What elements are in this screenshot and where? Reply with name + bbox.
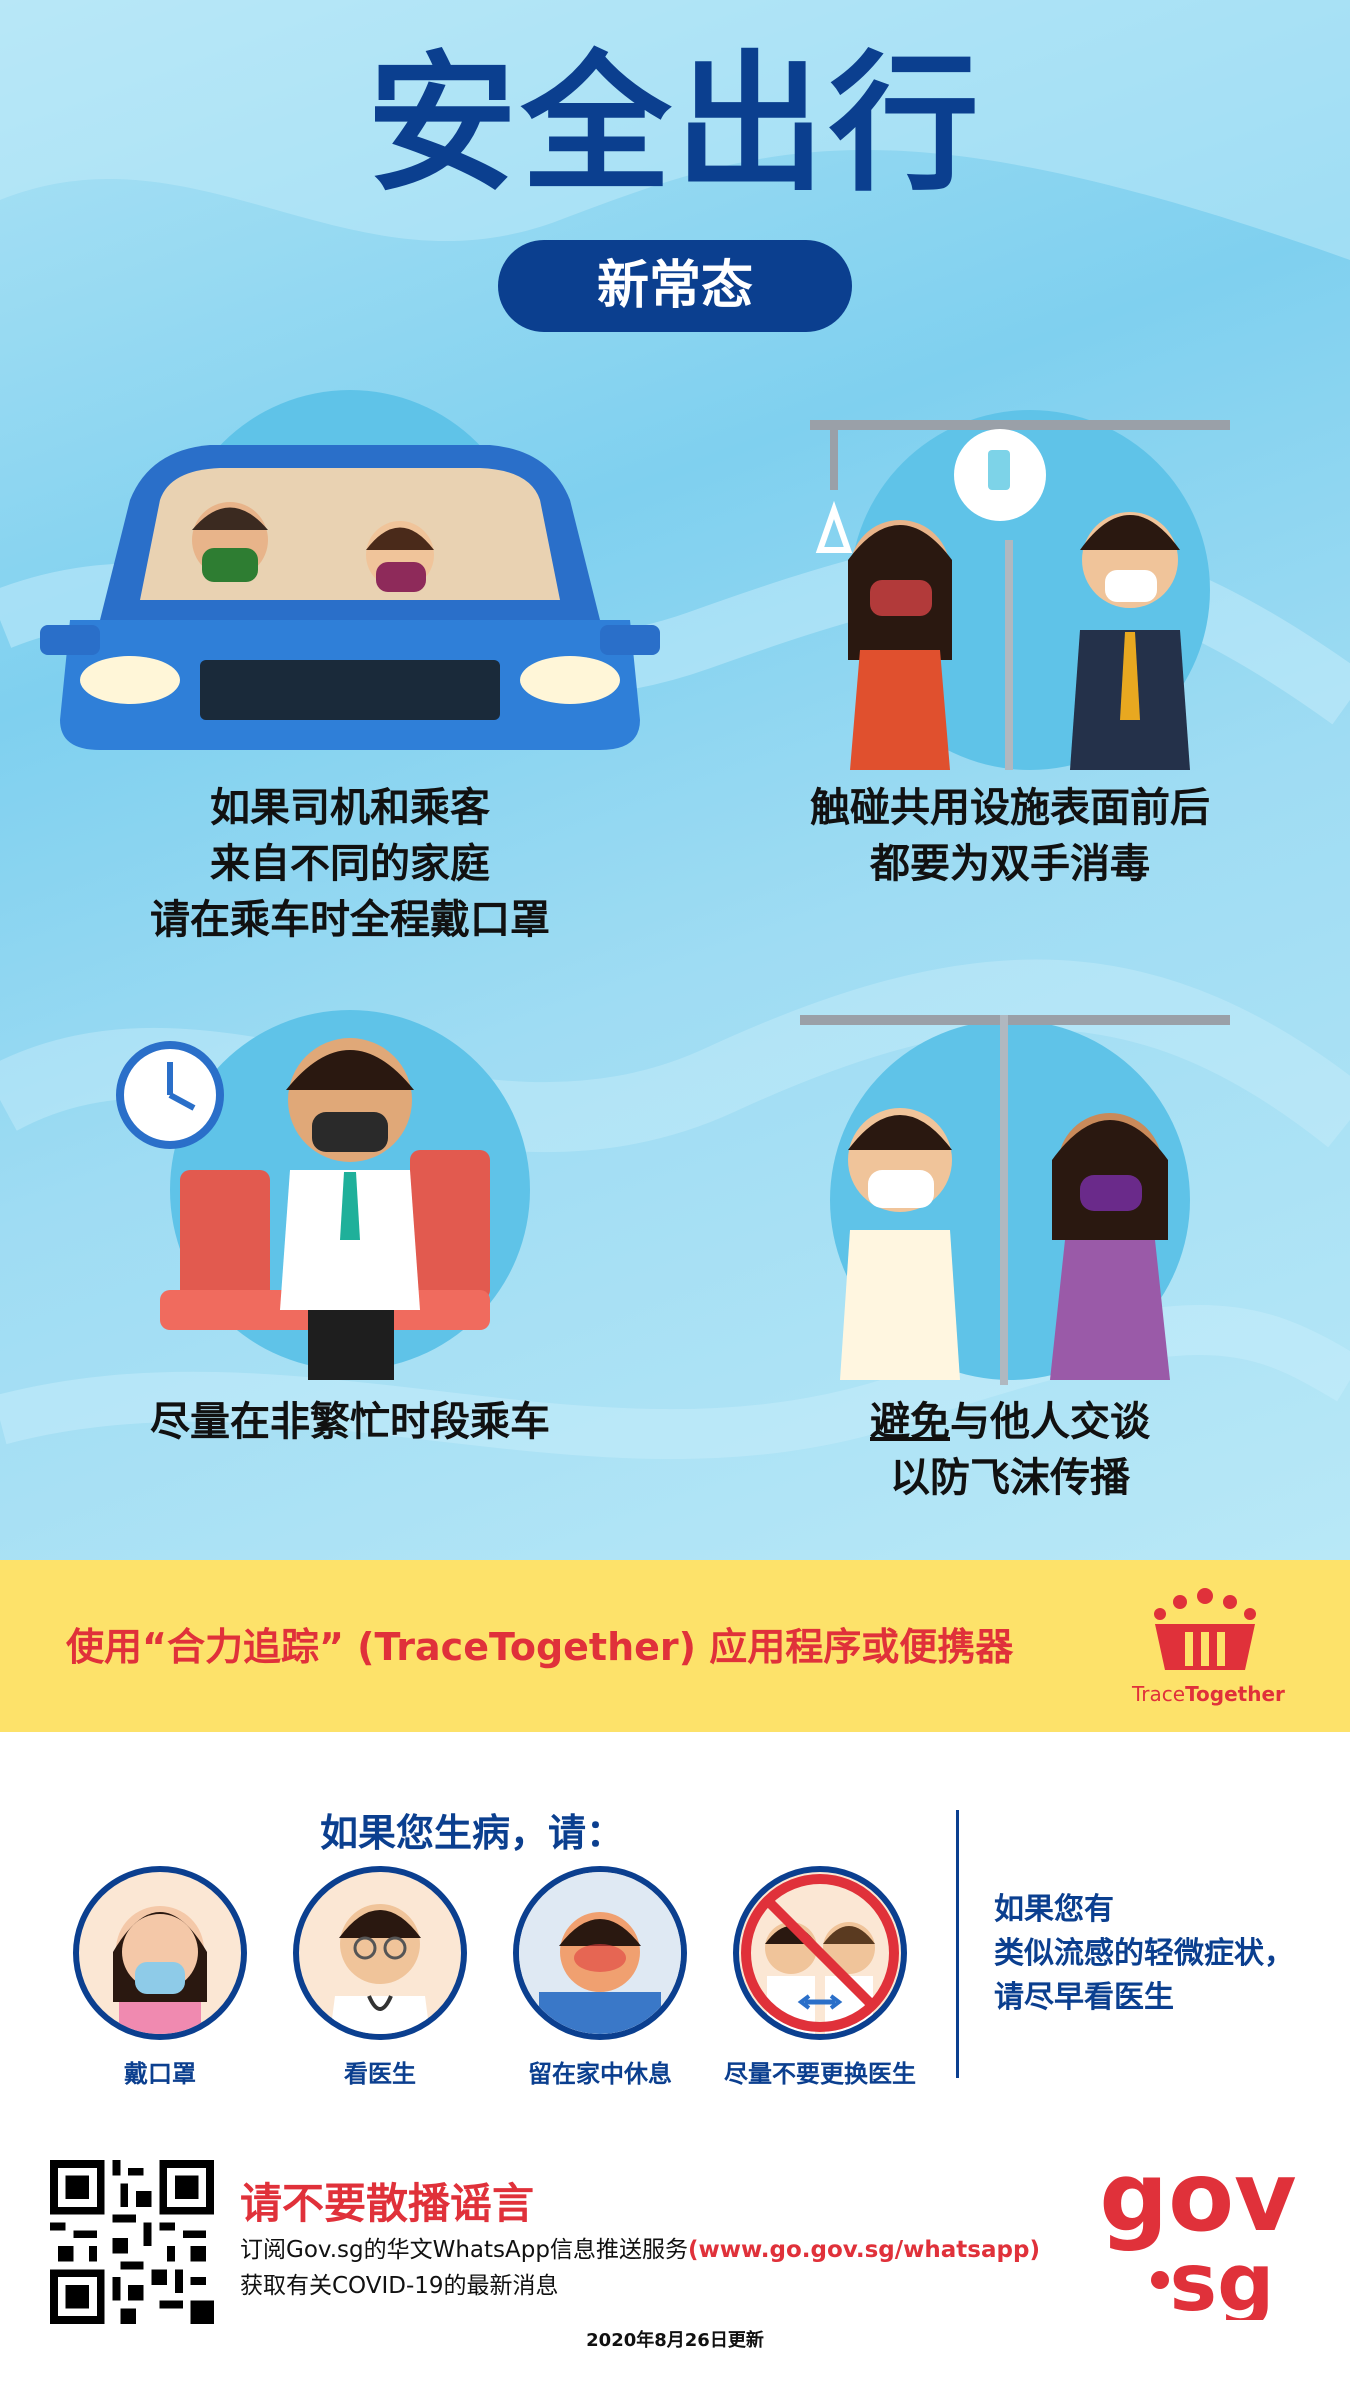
top-section: 安全出行 新常态 如果司机和乘客 来自不同的家庭 请在乘车时全程戴口罩 触碰共用… bbox=[0, 0, 1350, 1560]
tip-car-line-2: 来自不同的家庭 bbox=[210, 841, 490, 887]
tip-talking-caption: 避免与他人交谈 以防飞沫传播 bbox=[760, 1394, 1260, 1506]
no-doctor-switch-icon bbox=[733, 1866, 907, 2040]
section-divider bbox=[956, 1810, 959, 2078]
gov-logo-text-sg: sg bbox=[1170, 2236, 1275, 2320]
sick-label-doctor: 看医生 bbox=[344, 2060, 416, 2088]
sick-item-rest: 留在家中休息 bbox=[500, 1866, 700, 2089]
sick-label-no-switch: 尽量不要更换医生 bbox=[724, 2060, 916, 2088]
tip-sanitize-line-2: 都要为双手消毒 bbox=[870, 841, 1150, 887]
tracetogether-wordmark: TraceTogether bbox=[1132, 1682, 1285, 1706]
flu-advice-line-3: 请尽早看医生 bbox=[994, 1980, 1174, 2015]
tip-sanitize-line-1: 触碰共用设施表面前后 bbox=[810, 785, 1210, 831]
hand-sanitize-illustration bbox=[810, 410, 1230, 770]
sick-label-mask: 戴口罩 bbox=[124, 2060, 196, 2088]
tracetogether-text: 使用“合力追踪” (TraceTogether) 应用程序或便携器 bbox=[66, 1625, 1014, 1669]
flu-advice-line-1: 如果您有 bbox=[994, 1892, 1114, 1927]
masked-woman-icon bbox=[73, 1866, 247, 2040]
tip-offpeak-caption: 尽量在非繁忙时段乘车 bbox=[40, 1394, 660, 1450]
tip-talking-line-2: 以防飞沫传播 bbox=[890, 1455, 1130, 1501]
tip-talking-line-1b: 与他人交谈 bbox=[950, 1399, 1150, 1445]
wordmark-trace: Trace bbox=[1132, 1682, 1186, 1706]
updated-date: 2020年8月26日更新 bbox=[586, 2330, 764, 2351]
sick-label-rest: 留在家中休息 bbox=[528, 2060, 672, 2088]
whatsapp-qr-code[interactable] bbox=[50, 2160, 214, 2324]
doctor-icon bbox=[293, 1866, 467, 2040]
sick-item-no-switch: 尽量不要更换医生 bbox=[720, 1866, 920, 2089]
tracetogether-banner: 使用“合力追踪” (TraceTogether) 应用程序或便携器 TraceT… bbox=[0, 1560, 1350, 1732]
tip-car-caption: 如果司机和乘客 来自不同的家庭 请在乘车时全程戴口罩 bbox=[40, 780, 660, 948]
flu-advice-line-2: 类似流感的轻微症状， bbox=[994, 1936, 1294, 1971]
tip-talking-line-1a: 避免 bbox=[870, 1399, 950, 1445]
whatsapp-link[interactable]: (www.go.gov.sg/whatsapp) bbox=[688, 2237, 1040, 2263]
flu-advice: 如果您有 类似流感的轻微症状， 请尽早看医生 bbox=[994, 1888, 1294, 2020]
tracetogether-logo-icon bbox=[1154, 1588, 1256, 1670]
covid-news-line: 获取有关COVID-19的最新消息 bbox=[240, 2273, 559, 2299]
sick-title: 如果您生病，请： bbox=[320, 1811, 625, 1855]
subtitle-pill: 新常态 bbox=[498, 240, 852, 332]
tip-sanitize-caption: 触碰共用设施表面前后 都要为双手消毒 bbox=[760, 780, 1260, 892]
wordmark-together: Together bbox=[1185, 1682, 1285, 1706]
tip-car-line-1: 如果司机和乘客 bbox=[210, 785, 490, 831]
whatsapp-subscribe-line: 订阅Gov.sg的华文WhatsApp信息推送服务(www.go.gov.sg/… bbox=[240, 2230, 1040, 2264]
gov-sg-logo: gov sg bbox=[1099, 2150, 1296, 2320]
car-illustration bbox=[40, 390, 660, 750]
sick-item-mask: 戴口罩 bbox=[60, 1866, 260, 2089]
tip-car-line-3: 请在乘车时全程戴口罩 bbox=[150, 897, 550, 943]
rumor-title: 请不要散播谣言 bbox=[240, 2179, 535, 2228]
whatsapp-subscribe-text: 订阅Gov.sg的华文WhatsApp信息推送服务 bbox=[240, 2237, 688, 2263]
avoid-talking-illustration bbox=[800, 1015, 1230, 1385]
resting-patient-icon bbox=[513, 1866, 687, 2040]
tip-offpeak-line-1: 尽量在非繁忙时段乘车 bbox=[150, 1399, 550, 1445]
page-title: 安全出行 bbox=[366, 38, 983, 212]
sick-item-doctor: 看医生 bbox=[280, 1866, 480, 2089]
off-peak-travel-illustration bbox=[116, 1010, 530, 1380]
